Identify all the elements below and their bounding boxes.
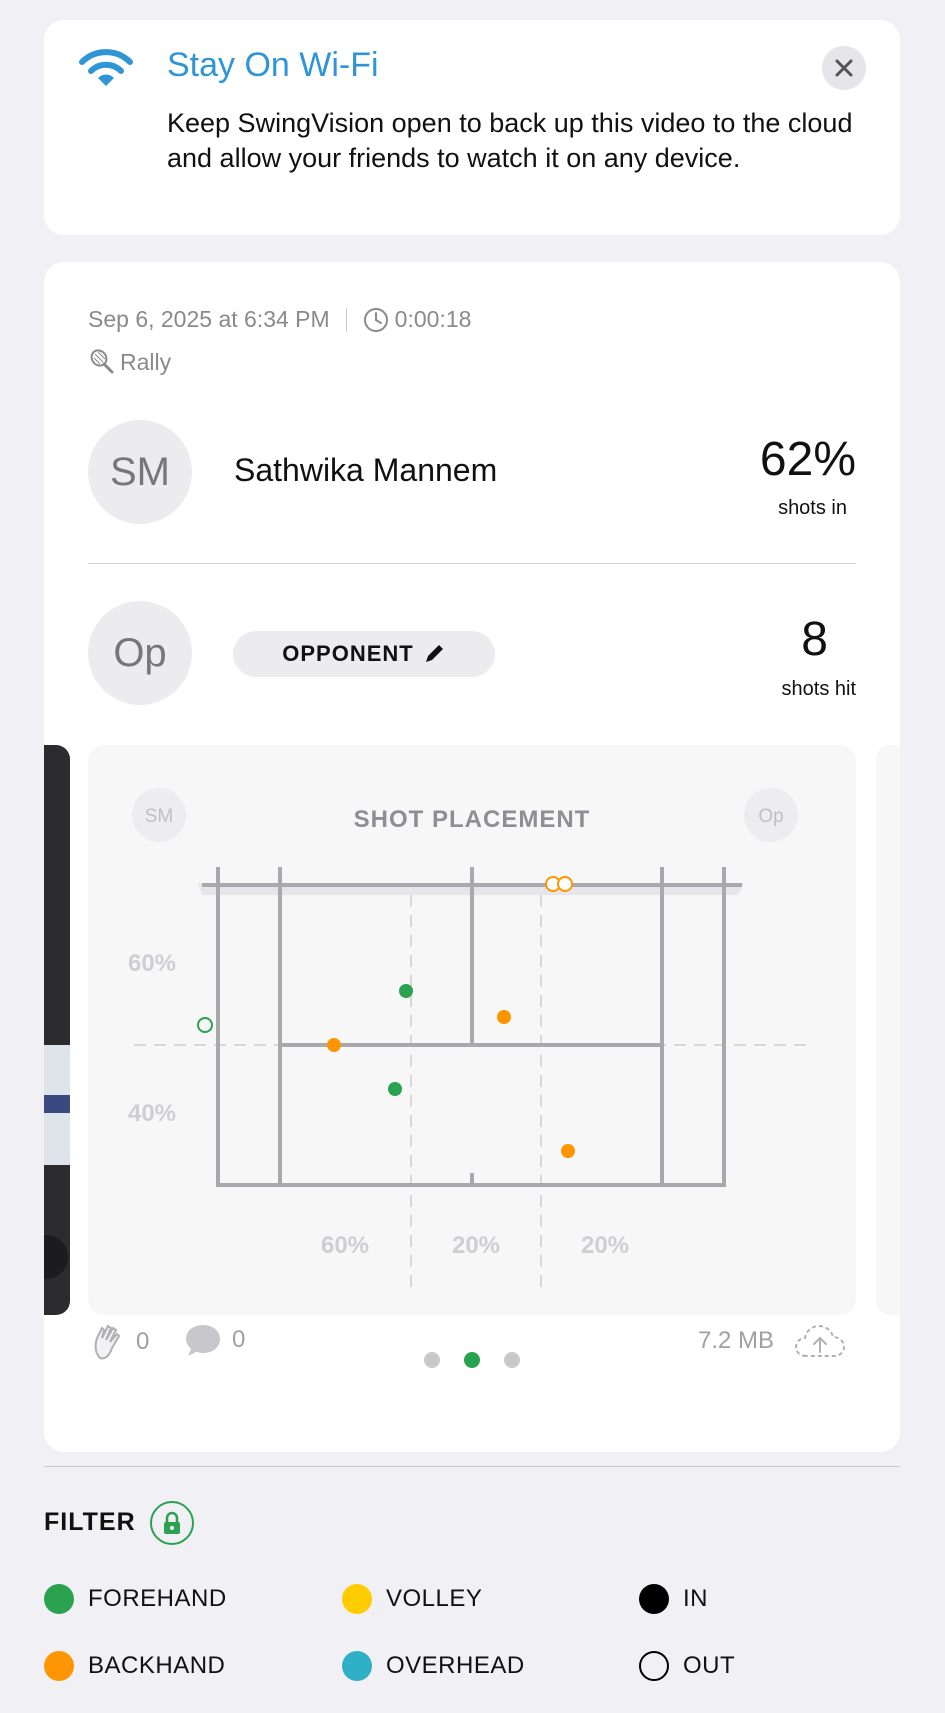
session-duration: 0:00:18 [394,306,472,332]
player-avatar[interactable]: SM [88,420,192,524]
placement-player-badge: SM [145,806,174,827]
shot-placement-chart: SM Op SHOT PLACEMENT 60% 40% 60% 20% 20% [128,788,812,1290]
tennis-racket-icon [90,349,114,374]
lock-icon [164,1511,180,1534]
session-mode: Rally [88,348,171,376]
shots-in-value: 62% [759,433,856,486]
filter-out[interactable]: OUT [639,1651,735,1681]
backhand-swatch [44,1651,74,1681]
volley-swatch [342,1584,372,1614]
page-dot-2[interactable] [464,1352,480,1368]
previous-slide-peek[interactable] [44,745,70,1315]
filter-title: FILTER [44,1508,136,1536]
next-slide-peek[interactable] [876,745,900,1315]
wifi-icon [79,49,133,86]
player-name[interactable]: Sathwika Mannem [234,452,497,489]
session-mode-label: Rally [120,348,172,375]
filter-volley[interactable]: VOLLEY [342,1584,482,1614]
row-pct-top: 60% [128,950,176,977]
clap-hands-icon [94,1324,121,1360]
overhead-swatch [342,1651,372,1681]
opponent-avatar[interactable]: Op [88,601,192,705]
comments-count: 0 [232,1326,246,1353]
cloud-upload-icon [795,1324,846,1357]
comment-bubble-icon [186,1325,220,1356]
filter-out-label: OUT [683,1652,736,1679]
col-pct-middle: 20% [452,1232,500,1259]
shot-forehand-in [399,984,413,998]
filter-in[interactable]: IN [639,1584,708,1614]
session-date: Sep 6, 2025 at 6:34 PM [88,306,330,332]
banner-message: Keep SwingVision open to back up this vi… [167,108,853,173]
filter-volley-label: VOLLEY [386,1585,483,1612]
col-pct-left: 60% [321,1232,369,1259]
filter-lock-button[interactable] [150,1501,194,1545]
close-banner-button[interactable] [822,46,866,90]
comments-counter[interactable]: 0 [184,1322,245,1358]
session-meta: Sep 6, 2025 at 6:34 PM 0:00:18 [88,306,471,333]
shot-backhand-out [557,876,573,892]
opponent-label: OPPONENT [282,641,414,666]
placement-opponent-badge: Op [758,806,783,827]
shot-placement-card[interactable]: SM Op SHOT PLACEMENT 60% 40% 60% 20% 20% [88,745,856,1315]
shot-forehand-in [388,1082,402,1096]
shot-forehand-out [197,1017,213,1033]
claps-count: 0 [136,1328,150,1355]
opponent-edit-button[interactable]: OPPONENT [233,631,495,677]
in-swatch [639,1584,669,1614]
forehand-swatch [44,1584,74,1614]
close-icon [835,59,853,77]
banner-title: Stay On Wi-Fi [167,46,379,84]
shots-hit-label: shots hit [781,678,856,700]
shots-in-label: shots in [778,497,847,519]
filter-forehand-label: FOREHAND [88,1585,227,1612]
page-dot-3[interactable] [504,1352,520,1368]
player-initials: SM [110,449,170,494]
col-pct-right: 20% [581,1232,629,1259]
page-dot-1[interactable] [424,1352,440,1368]
shots-hit-value: 8 [801,613,828,666]
video-size: 7.2 MB [698,1327,775,1354]
upload-status[interactable]: 7.2 MB [698,1322,846,1360]
pencil-icon [425,645,443,662]
filter-in-label: IN [683,1585,708,1612]
filter-overhead[interactable]: OVERHEAD [342,1651,525,1681]
placement-title: SHOT PLACEMENT [354,806,591,833]
shot-backhand-in [497,1010,511,1024]
row-pct-bottom: 40% [128,1100,176,1127]
section-divider [44,1466,900,1467]
wifi-banner: Stay On Wi-Fi Keep SwingVision open to b… [44,20,900,235]
shot-backhand-in [561,1144,575,1158]
filter-forehand[interactable]: FOREHAND [44,1584,227,1614]
filter-overhead-label: OVERHEAD [386,1652,525,1679]
filter-backhand-label: BACKHAND [88,1652,226,1679]
page-indicator[interactable] [424,1352,520,1368]
shot-backhand-in [327,1038,341,1052]
clock-icon [363,307,388,332]
filter-backhand[interactable]: BACKHAND [44,1651,225,1681]
session-card[interactable]: Sep 6, 2025 at 6:34 PM 0:00:18 Rally SM … [44,262,900,1452]
meta-divider [345,307,347,332]
out-swatch [639,1651,669,1681]
player-divider [88,563,856,564]
claps-counter[interactable]: 0 [92,1322,149,1362]
opponent-initials: Op [113,630,167,675]
